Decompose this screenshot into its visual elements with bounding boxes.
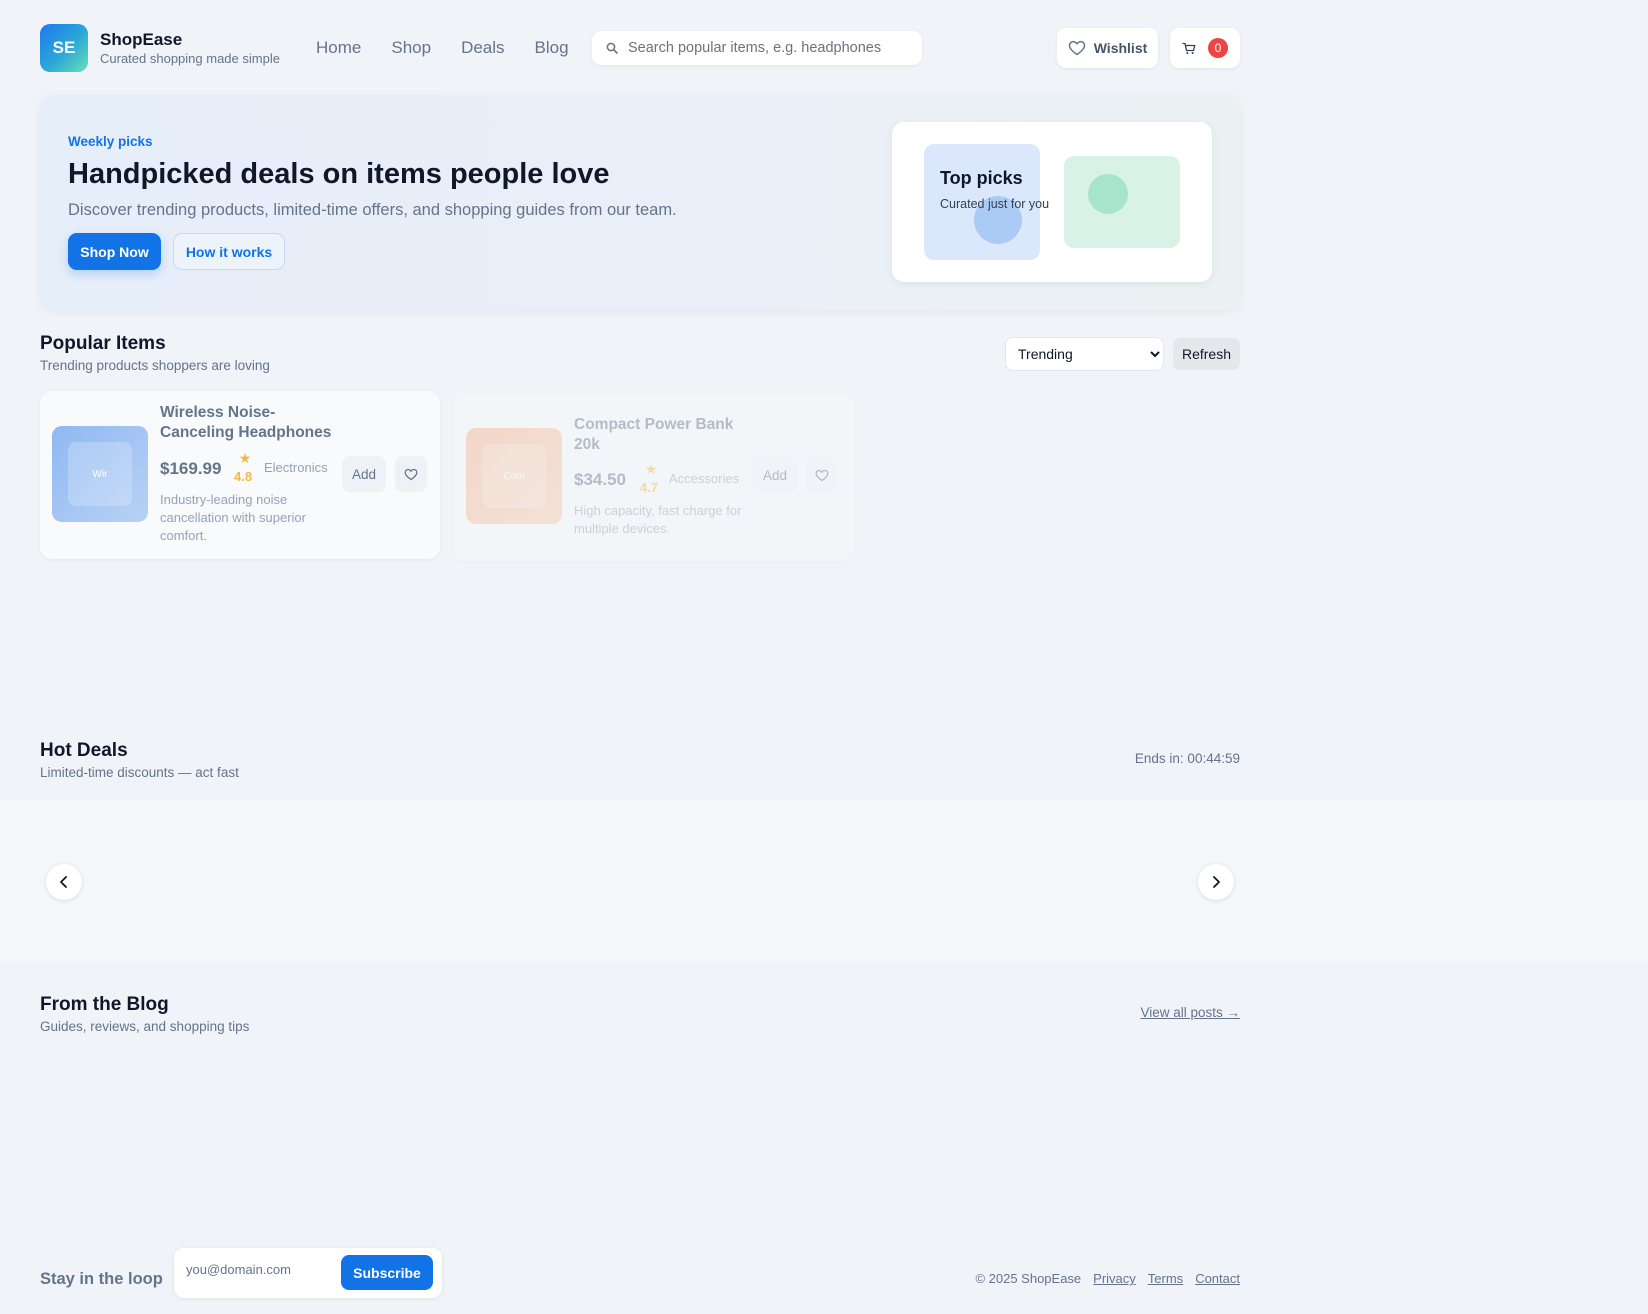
view-all-posts-link[interactable]: View all posts → xyxy=(1040,1005,1240,1020)
popular-items-subtitle: Trending products shoppers are loving xyxy=(40,358,270,373)
add-to-wishlist-button[interactable] xyxy=(806,457,838,493)
nav-blog[interactable]: Blog xyxy=(535,38,569,58)
wishlist-button[interactable]: Wishlist xyxy=(1057,28,1158,68)
search-input[interactable] xyxy=(628,40,908,56)
sort-select[interactable]: Trending xyxy=(1005,337,1164,371)
how-it-works-button[interactable]: How it works xyxy=(173,233,285,270)
heart-icon xyxy=(815,469,829,481)
cart-icon xyxy=(1182,42,1196,54)
product-thumbnail[interactable]: Wir xyxy=(52,426,148,522)
email-field[interactable] xyxy=(186,1262,336,1277)
contact-link[interactable]: Contact xyxy=(1195,1271,1240,1286)
product-category: Accessories xyxy=(669,471,740,486)
product-category: Electronics xyxy=(264,460,328,475)
product-thumbnail[interactable]: Com xyxy=(466,428,562,524)
blog-subtitle: Guides, reviews, and shopping tips xyxy=(40,1019,250,1034)
popular-items-title: Popular Items xyxy=(40,333,166,354)
star-icon: ★ xyxy=(238,450,252,466)
add-to-cart-button[interactable]: Add xyxy=(753,457,797,493)
add-to-cart-button[interactable]: Add xyxy=(342,456,386,492)
wishlist-label: Wishlist xyxy=(1093,40,1148,56)
product-price: $169.99 xyxy=(160,459,222,478)
product-description: High capacity, fast charge for multiple … xyxy=(574,503,742,536)
hero-title: Handpicked deals on items people love xyxy=(68,158,610,190)
product-rating: 4.8 xyxy=(234,469,253,484)
carousel-next-button[interactable] xyxy=(1198,864,1234,900)
search-bar xyxy=(592,31,922,65)
product-description: Industry-leading noise cancellation with… xyxy=(160,492,306,543)
newsletter-label: Stay in the loop xyxy=(40,1270,163,1288)
product-name[interactable]: Compact Power Bank 20k xyxy=(574,415,754,455)
add-to-wishlist-button[interactable] xyxy=(395,456,427,492)
cart-button[interactable]: 0 xyxy=(1170,28,1240,68)
copyright: © 2025 ShopEase xyxy=(975,1271,1082,1286)
thumbnail-label: Wir xyxy=(68,442,132,506)
hot-deals-title: Hot Deals xyxy=(40,740,128,761)
heart-icon xyxy=(404,468,418,480)
top-picks-subtitle: Curated just for you xyxy=(940,197,1050,211)
hero-subtitle: Discover trending products, limited-time… xyxy=(68,201,677,219)
heart-icon xyxy=(1068,40,1085,56)
brand-tagline: Curated shopping made simple xyxy=(100,51,280,66)
nav-home[interactable]: Home xyxy=(316,38,361,58)
chevron-right-icon xyxy=(1213,876,1220,888)
carousel-prev-button[interactable] xyxy=(46,864,82,900)
privacy-link[interactable]: Privacy xyxy=(1093,1271,1136,1286)
logo-badge[interactable]: SE xyxy=(40,24,88,72)
cart-count-badge: 0 xyxy=(1208,38,1228,58)
deals-countdown: Ends in: 00:44:59 xyxy=(1134,751,1240,766)
search-icon xyxy=(606,42,618,54)
decorative-circle xyxy=(1088,174,1128,214)
deals-carousel xyxy=(0,800,1648,962)
star-icon: ★ xyxy=(644,461,658,477)
subscribe-button[interactable]: Subscribe xyxy=(341,1255,433,1290)
product-rating: 4.7 xyxy=(640,480,659,495)
top-picks-title: Top picks xyxy=(940,168,1023,188)
brand-name: ShopEase xyxy=(100,30,183,49)
footer-links: © 2025 ShopEase Privacy Terms Contact xyxy=(900,1271,1240,1286)
nav-deals[interactable]: Deals xyxy=(461,38,504,58)
terms-link[interactable]: Terms xyxy=(1148,1271,1183,1286)
shop-now-button[interactable]: Shop Now xyxy=(68,233,161,270)
chevron-left-icon xyxy=(60,876,67,888)
hot-deals-subtitle: Limited-time discounts — act fast xyxy=(40,765,239,780)
main-nav: Home Shop Deals Blog xyxy=(316,38,569,58)
product-card-content: Com Compact Power Bank 20k $34.50 ★ 4.7 … xyxy=(454,393,854,561)
product-price: $34.50 xyxy=(574,470,626,489)
refresh-button[interactable]: Refresh xyxy=(1173,338,1240,370)
nav-shop[interactable]: Shop xyxy=(391,38,431,58)
product-name[interactable]: Wireless Noise-Canceling Headphones xyxy=(160,403,340,443)
hero-kicker: Weekly picks xyxy=(68,134,153,149)
thumbnail-label: Com xyxy=(482,444,546,508)
blog-title: From the Blog xyxy=(40,994,169,1015)
